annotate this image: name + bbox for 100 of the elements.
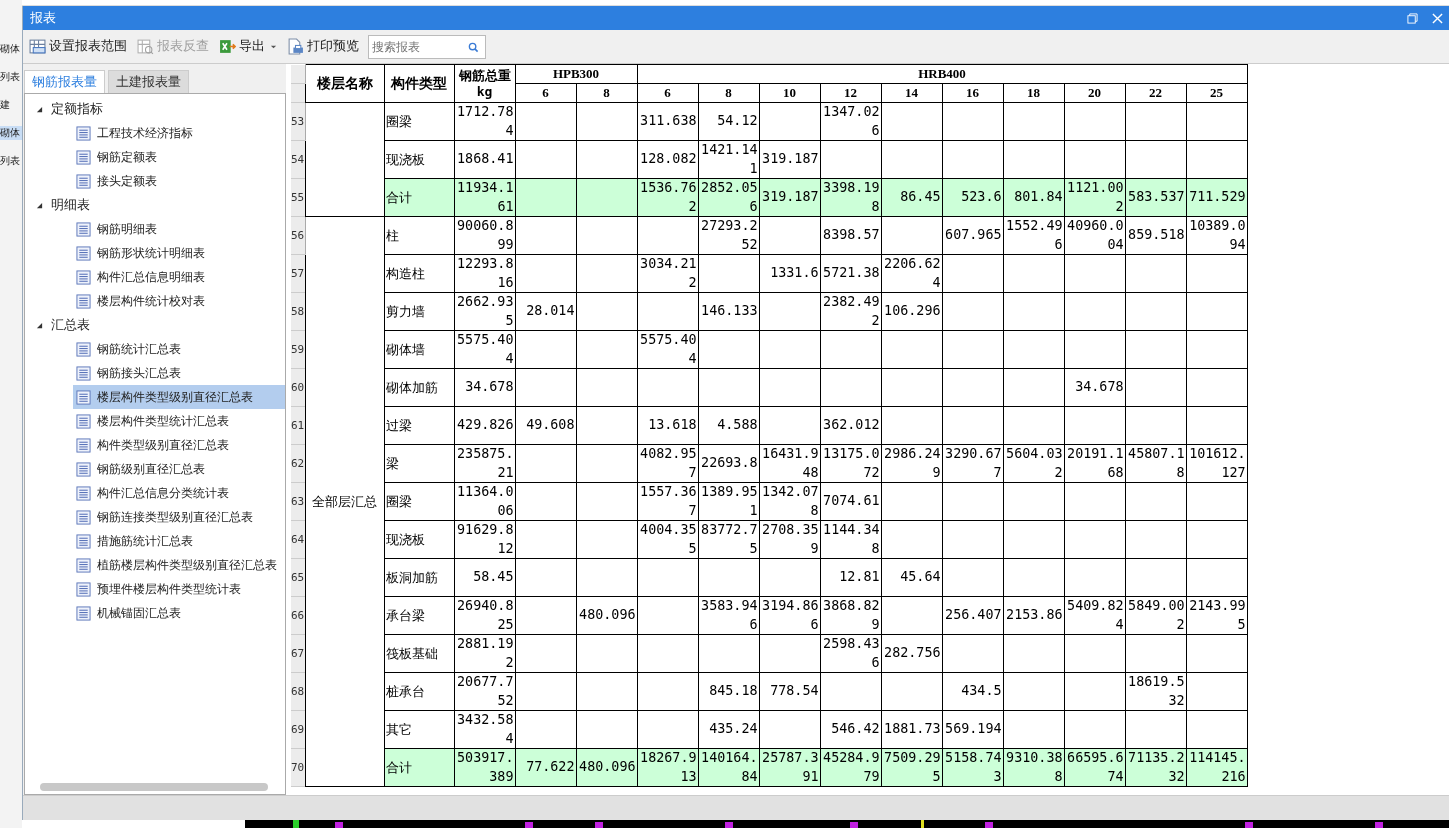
table-cell: 剪力墙: [384, 292, 454, 331]
table-cell: 859.518: [1125, 216, 1186, 255]
table-cell: 圈梁: [384, 482, 454, 521]
table-cell: 1712.784: [454, 102, 515, 141]
tree-item[interactable]: 植筋楼层构件类型级别直径汇总表: [73, 553, 285, 577]
table-cell: 1331.6: [759, 254, 820, 293]
row-number: 67: [291, 634, 305, 673]
restore-icon[interactable]: [1407, 12, 1418, 24]
table-cell: 4.588: [698, 406, 759, 445]
table-cell: 2206.624: [881, 254, 942, 293]
tree-item[interactable]: 预埋件楼层构件类型统计表: [73, 577, 285, 601]
tree-item[interactable]: 钢筋定额表: [73, 145, 285, 169]
table-cell: 构造柱: [384, 254, 454, 293]
row-number: 57: [291, 254, 305, 293]
tree-item[interactable]: 钢筋连接类型级别直径汇总表: [73, 505, 285, 529]
document-icon: [76, 149, 91, 165]
table-cell: 12293.816: [454, 254, 515, 293]
tree-item[interactable]: 钢筋接头汇总表: [73, 361, 285, 385]
tree-item[interactable]: 构件汇总信息分类统计表: [73, 481, 285, 505]
tree-item[interactable]: 钢筋级别直径汇总表: [73, 457, 285, 481]
table-cell: 18619.532: [1125, 672, 1186, 711]
toolbar-button[interactable]: 设置报表范围: [26, 36, 130, 57]
tree-section[interactable]: 定额指标: [51, 100, 103, 118]
table-cell: 12.81: [820, 558, 881, 597]
scrollbar[interactable]: [40, 783, 268, 791]
table-cell: 13.618: [637, 406, 698, 445]
table-cell: 砌体加筋: [384, 368, 454, 407]
tree-item[interactable]: 机械锚固汇总表: [73, 601, 285, 625]
spreadsheet-icon: [219, 38, 236, 55]
table-cell: 26940.825: [454, 596, 515, 635]
document-icon: [76, 485, 91, 501]
tree-item[interactable]: 工程技术经济指标: [73, 121, 285, 145]
table-cell: 311.638: [637, 102, 698, 141]
table-cell: 7509.295: [881, 748, 942, 787]
tree-section[interactable]: 明细表: [51, 196, 90, 214]
table-cell: 3583.946: [698, 596, 759, 635]
document-icon: [76, 221, 91, 237]
table-cell: 1552.496: [1003, 216, 1064, 255]
tab[interactable]: 土建报表量: [108, 70, 189, 93]
column-header: HRB400: [637, 64, 1248, 84]
tree-item[interactable]: 构件类型级别直径汇总表: [73, 433, 285, 457]
table-cell: 18267.913: [637, 748, 698, 787]
table-cell: 全部层汇总: [305, 216, 384, 787]
table-cell: 20677.752: [454, 672, 515, 711]
table-cell: 282.756: [881, 634, 942, 673]
row-number: 53: [291, 102, 305, 141]
table-cell: 1536.762: [637, 178, 698, 217]
document-icon: [76, 173, 91, 189]
search-field[interactable]: 搜索报表: [368, 34, 486, 59]
table-cell: 77.622: [515, 748, 576, 787]
tree-item[interactable]: 钢筋形状统计明细表: [73, 241, 285, 265]
table-cell: 桩承台: [384, 672, 454, 711]
table-cell: 5158.743: [942, 748, 1003, 787]
background-label: 砌体: [0, 126, 22, 140]
table-cell: 现浇板: [384, 140, 454, 179]
expand-icon[interactable]: [36, 321, 43, 329]
table-cell: 1868.41: [454, 140, 515, 179]
table-cell: 45807.18: [1125, 444, 1186, 483]
table-cell: 承台梁: [384, 596, 454, 635]
table-cell: 101612.127: [1186, 444, 1248, 483]
table-cell: 2708.359: [759, 520, 820, 559]
tree-item[interactable]: 接头定额表: [73, 169, 285, 193]
tree-item[interactable]: 构件汇总信息明细表: [73, 265, 285, 289]
document-icon: [76, 245, 91, 261]
toolbar-button[interactable]: 打印预览: [284, 36, 362, 57]
column-header: 22: [1125, 83, 1186, 103]
table-cell: 34.678: [1064, 368, 1125, 407]
table-cell: 3034.212: [637, 254, 698, 293]
tree-section[interactable]: 汇总表: [51, 316, 90, 334]
document-icon: [76, 605, 91, 621]
table-cell: 圈梁: [384, 102, 454, 141]
expand-icon[interactable]: [36, 105, 43, 113]
table-cell: 503917.389: [454, 748, 515, 787]
close-icon[interactable]: [1432, 12, 1443, 24]
table-cell: 5409.824: [1064, 596, 1125, 635]
table-cell: 5721.38: [820, 254, 881, 293]
table-cell: 362.012: [820, 406, 881, 445]
tree-item[interactable]: 楼层构件类型级别直径汇总表: [73, 385, 285, 409]
tree-item[interactable]: 楼层构件类型统计汇总表: [73, 409, 285, 433]
table-cell: 71135.232: [1125, 748, 1186, 787]
table-cell: 合计: [384, 748, 454, 787]
row-number: 56: [291, 216, 305, 255]
search-icon[interactable]: [468, 41, 479, 53]
toolbar-button[interactable]: 导出: [216, 36, 280, 57]
table-cell: 140164.84: [698, 748, 759, 787]
table-cell: 现浇板: [384, 520, 454, 559]
table-cell: 1121.002: [1064, 178, 1125, 217]
tree-item[interactable]: 钢筋明细表: [73, 217, 285, 241]
table-cell: 梁: [384, 444, 454, 483]
document-icon: [76, 365, 91, 381]
tree-item[interactable]: 楼层构件统计校对表: [73, 289, 285, 313]
table-cell: 5604.032: [1003, 444, 1064, 483]
tree-item[interactable]: 措施筋统计汇总表: [73, 529, 285, 553]
tree-item[interactable]: 钢筋统计汇总表: [73, 337, 285, 361]
table-search-icon: [137, 38, 154, 55]
column-header: 楼层名称: [305, 64, 384, 103]
expand-icon[interactable]: [36, 201, 43, 209]
table-cell: 480.096: [576, 748, 637, 787]
table-cell: 2852.056: [698, 178, 759, 217]
tab[interactable]: 钢筋报表量: [24, 70, 105, 93]
